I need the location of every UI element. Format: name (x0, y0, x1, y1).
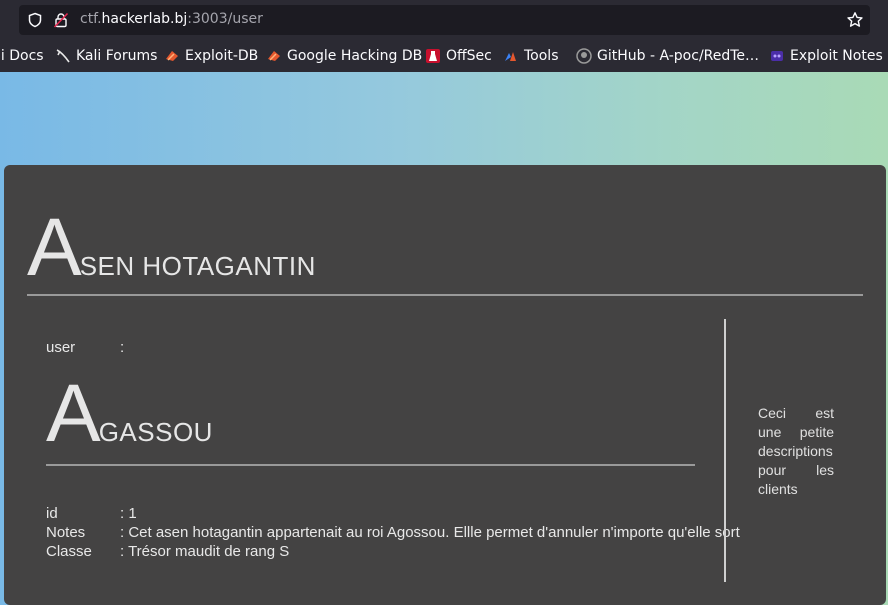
offsec-icon (426, 49, 440, 63)
bookmark-exploit-notes[interactable]: Exploit Notes (769, 47, 883, 65)
page-viewport: ASEN HOTAGANTIN user : AGASSOU id : 1 No… (0, 72, 888, 605)
bookmark-label: Exploit Notes (790, 48, 883, 64)
field-value-id: : 1 (120, 505, 137, 522)
shield-icon[interactable] (27, 12, 43, 28)
browser-toolbar: ctf.hackerlab.bj:3003/user (0, 0, 888, 40)
bookmark-github-redteam[interactable]: GitHub - A-poc/RedTe… (576, 47, 759, 65)
description-text: Ceci est une petite descriptions pour le… (758, 405, 834, 497)
bookmark-label: Tools (524, 48, 559, 64)
bookmark-google-hacking-db[interactable]: Google Hacking DB (266, 47, 422, 65)
user-name-initial: A (46, 368, 101, 459)
bookmark-kali-docs[interactable]: li Docs (0, 47, 44, 65)
user-divider (46, 464, 695, 466)
url-text[interactable]: ctf.hackerlab.bj:3003/user (80, 11, 263, 27)
user-name-rest: GASSOU (98, 417, 213, 447)
field-label-notes: Notes (46, 524, 86, 541)
field-value-classe: : Trésor maudit de rang S (120, 543, 290, 560)
bookmark-label: Exploit-DB (185, 48, 259, 64)
bookmark-label: li Docs (0, 48, 44, 64)
user-name: AGASSOU (46, 367, 213, 461)
bookmark-tools[interactable]: Tools (503, 47, 559, 65)
bookmark-kali-forums[interactable]: Kali Forums (55, 47, 157, 65)
bookmark-label: OffSec (446, 48, 492, 64)
url-path: :3003/user (187, 11, 263, 27)
field-label-id: id (46, 505, 58, 522)
item-title-initial: A (27, 202, 82, 293)
bookmark-label: Kali Forums (76, 48, 158, 64)
github-icon (576, 48, 592, 64)
item-card: ASEN HOTAGANTIN user : AGASSOU id : 1 No… (4, 165, 886, 605)
bookmark-exploit-db[interactable]: Exploit-DB (164, 47, 258, 65)
item-title-rest: SEN HOTAGANTIN (79, 251, 316, 281)
kali-dragon-icon (56, 49, 70, 63)
field-label-classe: Classe (46, 543, 92, 560)
exploit-db-icon (268, 51, 280, 61)
bookmark-label: Google Hacking DB (287, 48, 423, 64)
url-host: hackerlab.bj (101, 11, 188, 27)
user-label: user (46, 339, 76, 356)
url-host-prefix: ctf. (80, 11, 102, 27)
bookmark-label: GitHub - A-poc/RedTe… (597, 48, 760, 64)
tools-icon (505, 52, 516, 61)
sidebar-divider (724, 319, 726, 582)
lock-insecure-icon[interactable] (53, 12, 69, 28)
user-separator: : (120, 339, 125, 356)
exploit-db-icon (166, 51, 178, 61)
field-value-notes: : Cet asen hotagantin appartenait au roi… (120, 524, 740, 541)
title-divider (27, 294, 863, 296)
address-bar[interactable]: ctf.hackerlab.bj:3003/user (19, 5, 870, 35)
bookmark-star-icon[interactable] (846, 11, 864, 29)
item-title: ASEN HOTAGANTIN (27, 201, 316, 295)
bookmark-offsec[interactable]: OffSec (425, 47, 492, 65)
exploit-notes-icon (771, 51, 783, 61)
bookmarks-toolbar: li Docs Kali Forums Exploit-DB Google Ha… (0, 40, 888, 72)
